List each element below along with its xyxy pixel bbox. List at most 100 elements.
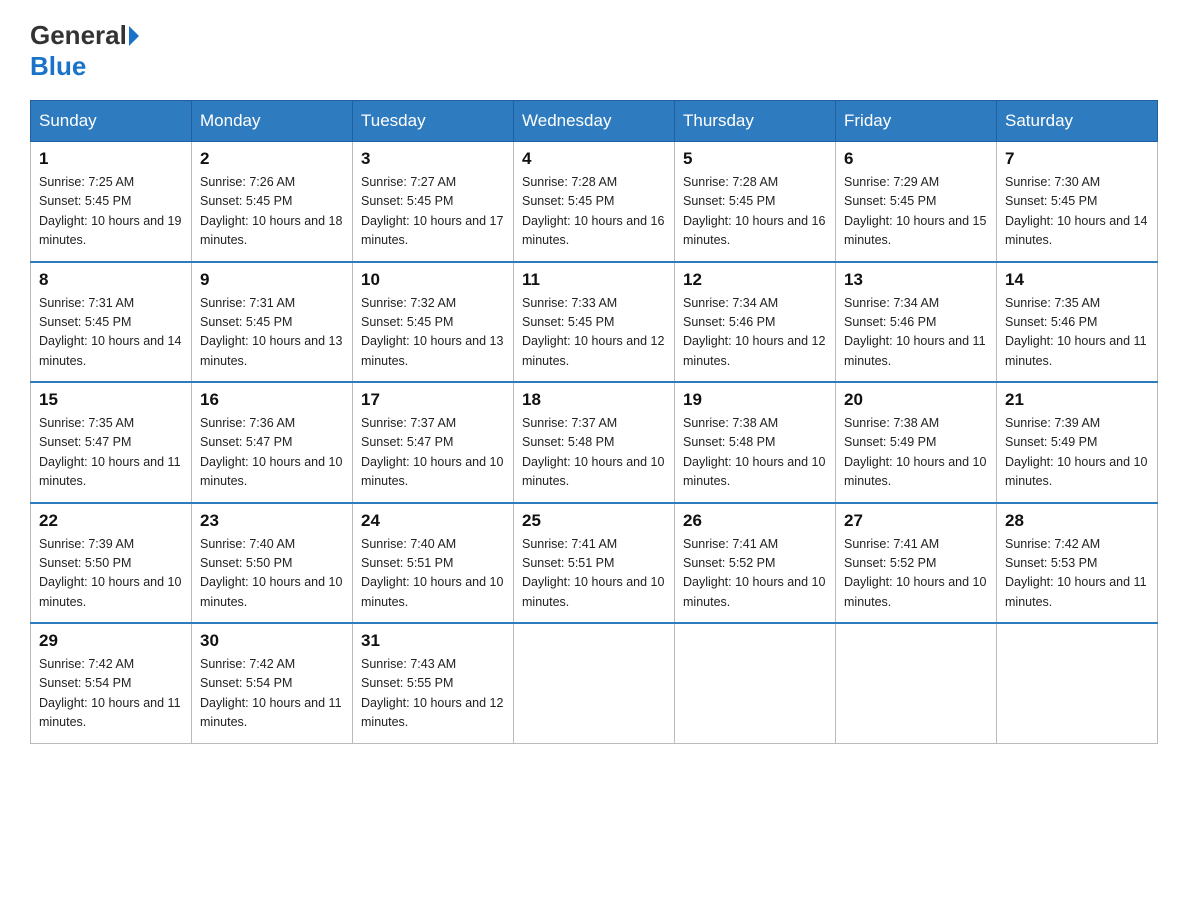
day-cell-15: 15 Sunrise: 7:35 AMSunset: 5:47 PMDayligh…	[31, 382, 192, 503]
day-cell-19: 19 Sunrise: 7:38 AMSunset: 5:48 PMDayligh…	[675, 382, 836, 503]
day-cell-22: 22 Sunrise: 7:39 AMSunset: 5:50 PMDayligh…	[31, 503, 192, 624]
day-info: Sunrise: 7:40 AMSunset: 5:51 PMDaylight:…	[361, 535, 505, 613]
page-header: General Blue	[30, 20, 1158, 82]
day-cell-9: 9Sunrise: 7:31 AMSunset: 5:45 PMDaylight…	[192, 262, 353, 383]
day-number: 10	[361, 270, 505, 290]
day-number: 7	[1005, 149, 1149, 169]
day-number: 4	[522, 149, 666, 169]
day-info: Sunrise: 7:42 AMSunset: 5:54 PMDaylight:…	[200, 655, 344, 733]
day-info: Sunrise: 7:41 AMSunset: 5:52 PMDaylight:…	[844, 535, 988, 613]
day-number: 20	[844, 390, 988, 410]
empty-cell	[675, 623, 836, 743]
day-number: 22	[39, 511, 183, 531]
day-cell-3: 3 Sunrise: 7:27 AMSunset: 5:45 PMDaylight…	[353, 142, 514, 262]
week-row-5: 29 Sunrise: 7:42 AMSunset: 5:54 PMDayligh…	[31, 623, 1158, 743]
day-number: 1	[39, 149, 183, 169]
day-info: Sunrise: 7:34 AMSunset: 5:46 PMDaylight:…	[683, 294, 827, 372]
logo-triangle-icon	[129, 26, 139, 46]
day-info: Sunrise: 7:38 AMSunset: 5:48 PMDaylight:…	[683, 414, 827, 492]
header-thursday: Thursday	[675, 101, 836, 142]
day-info: Sunrise: 7:28 AMSunset: 5:45 PMDaylight:…	[522, 173, 666, 251]
day-cell-27: 27 Sunrise: 7:41 AMSunset: 5:52 PMDayligh…	[836, 503, 997, 624]
day-number: 3	[361, 149, 505, 169]
day-info: Sunrise: 7:35 AMSunset: 5:46 PMDaylight:…	[1005, 294, 1149, 372]
header-tuesday: Tuesday	[353, 101, 514, 142]
day-info: Sunrise: 7:42 AMSunset: 5:53 PMDaylight:…	[1005, 535, 1149, 613]
day-info: Sunrise: 7:41 AMSunset: 5:52 PMDaylight:…	[683, 535, 827, 613]
day-cell-4: 4 Sunrise: 7:28 AMSunset: 5:45 PMDaylight…	[514, 142, 675, 262]
day-number: 16	[200, 390, 344, 410]
week-row-3: 15 Sunrise: 7:35 AMSunset: 5:47 PMDayligh…	[31, 382, 1158, 503]
day-cell-13: 13Sunrise: 7:34 AMSunset: 5:46 PMDayligh…	[836, 262, 997, 383]
day-number: 6	[844, 149, 988, 169]
day-cell-2: 2Sunrise: 7:26 AMSunset: 5:45 PMDaylight…	[192, 142, 353, 262]
day-info: Sunrise: 7:43 AMSunset: 5:55 PMDaylight:…	[361, 655, 505, 733]
day-number: 23	[200, 511, 344, 531]
day-cell-1: 1 Sunrise: 7:25 AMSunset: 5:45 PMDaylight…	[31, 142, 192, 262]
week-row-1: 1 Sunrise: 7:25 AMSunset: 5:45 PMDaylight…	[31, 142, 1158, 262]
day-info: Sunrise: 7:37 AMSunset: 5:47 PMDaylight:…	[361, 414, 505, 492]
day-number: 17	[361, 390, 505, 410]
day-cell-10: 10 Sunrise: 7:32 AMSunset: 5:45 PMDayligh…	[353, 262, 514, 383]
day-info: Sunrise: 7:33 AMSunset: 5:45 PMDaylight:…	[522, 294, 666, 372]
empty-cell	[997, 623, 1158, 743]
day-cell-7: 7 Sunrise: 7:30 AMSunset: 5:45 PMDaylight…	[997, 142, 1158, 262]
day-cell-18: 18Sunrise: 7:37 AMSunset: 5:48 PMDayligh…	[514, 382, 675, 503]
day-cell-23: 23 Sunrise: 7:40 AMSunset: 5:50 PMDayligh…	[192, 503, 353, 624]
logo-general: General	[30, 20, 127, 51]
day-cell-20: 20 Sunrise: 7:38 AMSunset: 5:49 PMDayligh…	[836, 382, 997, 503]
day-info: Sunrise: 7:39 AMSunset: 5:49 PMDaylight:…	[1005, 414, 1149, 492]
day-cell-25: 25 Sunrise: 7:41 AMSunset: 5:51 PMDayligh…	[514, 503, 675, 624]
day-info: Sunrise: 7:39 AMSunset: 5:50 PMDaylight:…	[39, 535, 183, 613]
day-cell-28: 28Sunrise: 7:42 AMSunset: 5:53 PMDayligh…	[997, 503, 1158, 624]
day-number: 27	[844, 511, 988, 531]
day-cell-21: 21 Sunrise: 7:39 AMSunset: 5:49 PMDayligh…	[997, 382, 1158, 503]
day-info: Sunrise: 7:38 AMSunset: 5:49 PMDaylight:…	[844, 414, 988, 492]
day-cell-14: 14 Sunrise: 7:35 AMSunset: 5:46 PMDayligh…	[997, 262, 1158, 383]
day-number: 2	[200, 149, 344, 169]
day-info: Sunrise: 7:25 AMSunset: 5:45 PMDaylight:…	[39, 173, 183, 251]
day-info: Sunrise: 7:36 AMSunset: 5:47 PMDaylight:…	[200, 414, 344, 492]
week-row-4: 22 Sunrise: 7:39 AMSunset: 5:50 PMDayligh…	[31, 503, 1158, 624]
day-number: 5	[683, 149, 827, 169]
day-number: 30	[200, 631, 344, 651]
day-number: 11	[522, 270, 666, 290]
day-info: Sunrise: 7:29 AMSunset: 5:45 PMDaylight:…	[844, 173, 988, 251]
logo-blue: Blue	[30, 51, 86, 82]
day-info: Sunrise: 7:30 AMSunset: 5:45 PMDaylight:…	[1005, 173, 1149, 251]
logo: General Blue	[30, 20, 139, 82]
day-number: 8	[39, 270, 183, 290]
day-number: 14	[1005, 270, 1149, 290]
day-info: Sunrise: 7:27 AMSunset: 5:45 PMDaylight:…	[361, 173, 505, 251]
day-number: 31	[361, 631, 505, 651]
day-number: 25	[522, 511, 666, 531]
empty-cell	[514, 623, 675, 743]
header-monday: Monday	[192, 101, 353, 142]
day-info: Sunrise: 7:42 AMSunset: 5:54 PMDaylight:…	[39, 655, 183, 733]
day-cell-5: 5Sunrise: 7:28 AMSunset: 5:45 PMDaylight…	[675, 142, 836, 262]
day-cell-11: 11 Sunrise: 7:33 AMSunset: 5:45 PMDayligh…	[514, 262, 675, 383]
day-info: Sunrise: 7:35 AMSunset: 5:47 PMDaylight:…	[39, 414, 183, 492]
day-number: 19	[683, 390, 827, 410]
day-info: Sunrise: 7:40 AMSunset: 5:50 PMDaylight:…	[200, 535, 344, 613]
week-row-2: 8 Sunrise: 7:31 AMSunset: 5:45 PMDaylight…	[31, 262, 1158, 383]
day-cell-6: 6 Sunrise: 7:29 AMSunset: 5:45 PMDaylight…	[836, 142, 997, 262]
header-sunday: Sunday	[31, 101, 192, 142]
day-number: 13	[844, 270, 988, 290]
day-cell-8: 8 Sunrise: 7:31 AMSunset: 5:45 PMDaylight…	[31, 262, 192, 383]
empty-cell	[836, 623, 997, 743]
day-cell-12: 12Sunrise: 7:34 AMSunset: 5:46 PMDayligh…	[675, 262, 836, 383]
day-info: Sunrise: 7:31 AMSunset: 5:45 PMDaylight:…	[39, 294, 183, 372]
header-saturday: Saturday	[997, 101, 1158, 142]
day-number: 15	[39, 390, 183, 410]
day-cell-31: 31 Sunrise: 7:43 AMSunset: 5:55 PMDayligh…	[353, 623, 514, 743]
calendar-table: SundayMondayTuesdayWednesdayThursdayFrid…	[30, 100, 1158, 744]
header-wednesday: Wednesday	[514, 101, 675, 142]
day-number: 21	[1005, 390, 1149, 410]
day-info: Sunrise: 7:41 AMSunset: 5:51 PMDaylight:…	[522, 535, 666, 613]
day-number: 18	[522, 390, 666, 410]
day-number: 29	[39, 631, 183, 651]
day-cell-17: 17 Sunrise: 7:37 AMSunset: 5:47 PMDayligh…	[353, 382, 514, 503]
day-info: Sunrise: 7:32 AMSunset: 5:45 PMDaylight:…	[361, 294, 505, 372]
day-cell-30: 30 Sunrise: 7:42 AMSunset: 5:54 PMDayligh…	[192, 623, 353, 743]
